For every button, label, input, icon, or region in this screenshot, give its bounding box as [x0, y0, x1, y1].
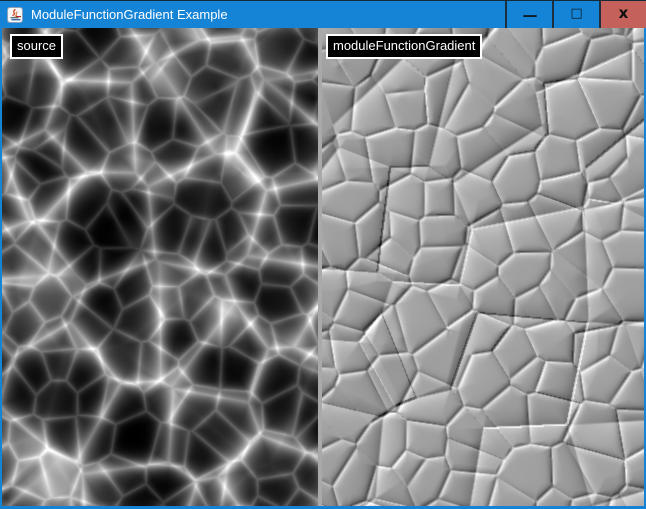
window-title: ModuleFunctionGradient Example [31, 1, 505, 28]
titlebar[interactable]: ModuleFunctionGradient Example — □ x [0, 0, 646, 28]
source-label: source [10, 34, 63, 59]
gradient-label: moduleFunctionGradient [326, 34, 482, 59]
minimize-button[interactable]: — [505, 1, 552, 28]
gradient-image-canvas [322, 28, 644, 506]
close-icon: x [619, 4, 629, 22]
window-controls: — □ x [505, 1, 646, 28]
image-panels: source moduleFunctionGradient [2, 28, 644, 506]
app-window: ModuleFunctionGradient Example — □ x sou… [0, 0, 646, 509]
source-image-canvas [2, 28, 318, 506]
java-cup-icon [7, 7, 23, 23]
maximize-icon: □ [570, 6, 582, 21]
close-button[interactable]: x [599, 1, 646, 28]
maximize-button[interactable]: □ [552, 1, 599, 28]
minimize-icon: — [523, 6, 537, 24]
